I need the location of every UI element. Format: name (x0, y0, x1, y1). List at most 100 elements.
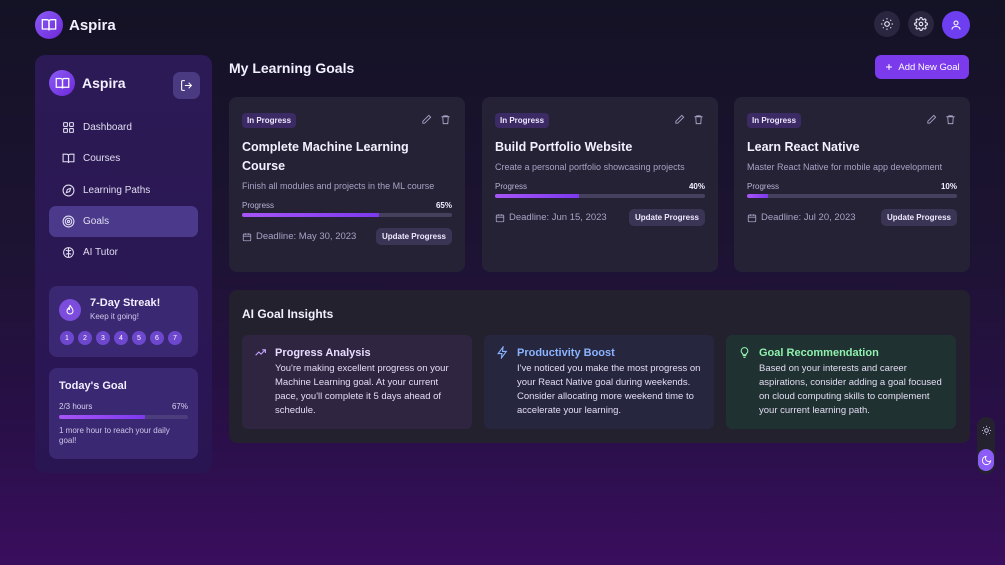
user-avatar-icon[interactable] (942, 11, 970, 39)
status-badge: In Progress (495, 113, 550, 128)
goal-deadline: Deadline: Jun 15, 2023 (495, 212, 607, 223)
sidebar-item-ai-tutor[interactable]: AI Tutor (49, 237, 198, 268)
brain-icon (61, 246, 75, 260)
progress-percent: 40% (688, 182, 705, 191)
todays-goal-card: Today's Goal 2/3 hours 67% 1 more hour t… (49, 368, 198, 459)
streak-day: 3 (96, 331, 110, 345)
goal-deadline: Deadline: Jul 20, 2023 (747, 212, 856, 223)
todays-goal-hours: 2/3 hours (59, 402, 93, 411)
sidebar-item-label: Dashboard (83, 122, 132, 133)
insight-card: Goal Recommendation Based on your intere… (726, 335, 956, 429)
sidebar-book-logo-icon (49, 70, 75, 96)
todays-goal-note: 1 more hour to reach your daily goal! (59, 426, 170, 445)
progress-label: Progress (747, 182, 780, 191)
ai-insights-panel: AI Goal Insights Progress Analysis You'r… (229, 290, 970, 443)
update-progress-button[interactable]: Update Progress (375, 228, 452, 245)
add-goal-button[interactable]: Add New Goal (875, 55, 969, 79)
book-icon (61, 152, 75, 166)
sidebar-item-label: AI Tutor (83, 247, 119, 259)
sidebar-nav: Dashboard Courses Learning Paths Goals A… (49, 112, 198, 268)
streak-title: 7-Day Streak! (90, 297, 161, 309)
sidebar-title: Aspira (82, 75, 126, 91)
streak-day: 5 (132, 331, 146, 345)
sidebar-item-label: Learning Paths (83, 184, 151, 196)
goal-progress-bar (747, 194, 957, 198)
goal-progress-bar (242, 213, 452, 217)
calendar-icon (242, 232, 252, 241)
goal-description: Create a personal portfolio showcasing p… (495, 162, 685, 172)
logout-button[interactable] (173, 72, 200, 99)
theme-sun-icon[interactable] (874, 11, 900, 37)
goal-title: Complete Machine Learning Course (242, 140, 409, 173)
trash-icon[interactable] (945, 112, 956, 130)
goal-card: In Progress Build Portfolio Website Crea… (482, 97, 718, 272)
plus-icon (886, 64, 893, 70)
top-bar: Aspira (0, 0, 1005, 50)
streak-days: 1 2 3 4 5 6 7 (60, 331, 182, 345)
goal-title: Learn React Native (747, 140, 860, 154)
target-icon (61, 214, 75, 228)
calendar-icon (747, 213, 757, 222)
streak-subtitle: Keep it going! (90, 312, 139, 321)
theme-toggle (977, 417, 995, 474)
dark-mode-moon-icon[interactable] (978, 449, 994, 471)
page-title: My Learning Goals (229, 60, 355, 76)
sidebar-item-label: Courses (83, 153, 121, 165)
progress-fill (747, 194, 768, 198)
goal-deadline: Deadline: May 30, 2023 (242, 231, 356, 242)
insight-card: Progress Analysis You're making excellen… (242, 335, 472, 429)
status-badge: In Progress (242, 113, 297, 128)
todays-goal-progress-bar (59, 415, 188, 419)
progress-fill (59, 415, 146, 419)
deadline-text: Deadline: Jul 20, 2023 (761, 212, 856, 223)
streak-day: 7 (168, 331, 182, 345)
grid-icon (61, 121, 75, 135)
progress-fill (495, 194, 579, 198)
goal-card: In Progress Complete Machine Learning Co… (229, 97, 465, 272)
edit-icon[interactable] (674, 112, 685, 130)
streak-day: 4 (114, 331, 128, 345)
insight-text: Based on your interests and career aspir… (759, 363, 942, 416)
update-progress-button[interactable]: Update Progress (628, 209, 705, 226)
deadline-text: Deadline: Jun 15, 2023 (509, 212, 607, 223)
sidebar-item-goals[interactable]: Goals (49, 205, 198, 237)
app-name: Aspira (69, 16, 116, 34)
progress-label: Progress (242, 201, 275, 210)
flame-icon (59, 299, 81, 321)
insights-title: AI Goal Insights (242, 307, 334, 321)
goal-description: Master React Native for mobile app devel… (747, 162, 943, 172)
streak-day: 2 (78, 331, 92, 345)
add-goal-label: Add New Goal (898, 61, 960, 73)
brand[interactable]: Aspira (35, 11, 116, 39)
sidebar-item-label: Goals (83, 215, 110, 227)
goal-description: Finish all modules and projects in the M… (242, 181, 435, 191)
todays-goal-title: Today's Goal (59, 380, 127, 392)
sidebar-item-courses[interactable]: Courses (49, 143, 198, 174)
edit-icon[interactable] (421, 112, 432, 130)
insight-card: Productivity Boost I've noticed you make… (484, 335, 714, 429)
lightbulb-icon (740, 347, 749, 358)
insight-title: Progress Analysis (275, 346, 371, 359)
trending-up-icon (255, 349, 266, 356)
goal-title: Build Portfolio Website (495, 140, 633, 154)
todays-goal-percent: 67% (171, 402, 188, 411)
book-logo-icon (35, 11, 63, 39)
sidebar: Aspira Dashboard Courses Learning Paths (35, 55, 212, 473)
streak-day: 6 (150, 331, 164, 345)
sidebar-item-learning-paths[interactable]: Learning Paths (49, 175, 198, 206)
goal-card: In Progress Learn React Native Master Re… (734, 97, 970, 272)
trash-icon[interactable] (693, 112, 704, 130)
streak-card: 7-Day Streak! Keep it going! 1 2 3 4 5 6… (49, 286, 198, 357)
sidebar-item-dashboard[interactable]: Dashboard (49, 112, 198, 143)
progress-percent: 10% (940, 182, 957, 191)
insight-text: You're making excellent progress on your… (275, 363, 449, 416)
light-mode-sun-icon[interactable] (978, 422, 994, 438)
calendar-icon (495, 213, 505, 222)
deadline-text: Deadline: May 30, 2023 (256, 231, 357, 242)
trash-icon[interactable] (440, 112, 451, 130)
update-progress-button[interactable]: Update Progress (880, 209, 957, 226)
status-badge: In Progress (747, 113, 802, 128)
edit-icon[interactable] (926, 112, 937, 130)
progress-label: Progress (495, 182, 528, 191)
settings-gear-icon[interactable] (908, 11, 934, 37)
